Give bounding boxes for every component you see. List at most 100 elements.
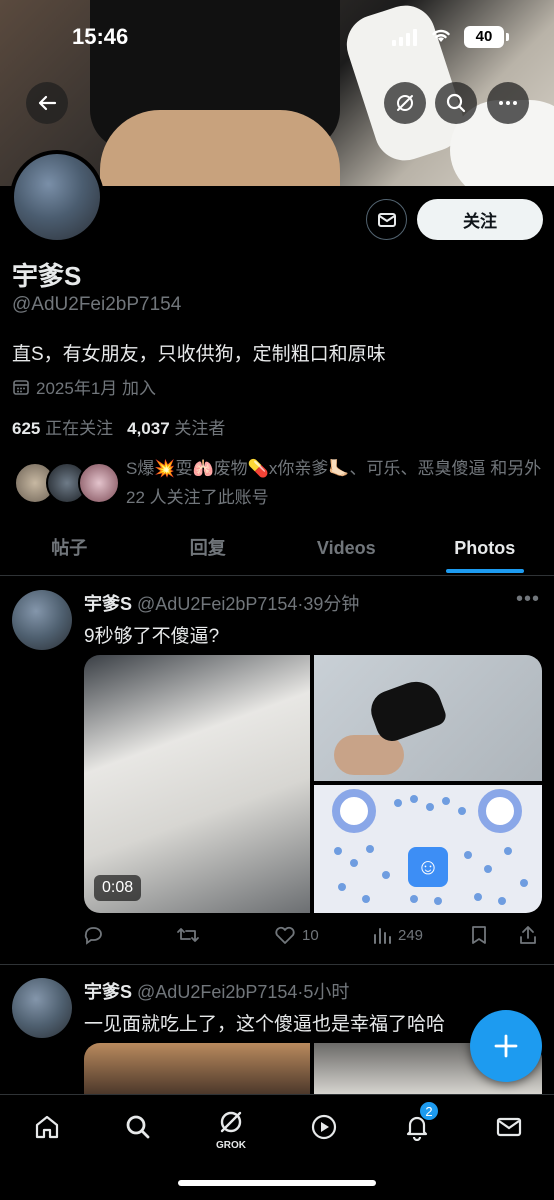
qr-cell <box>474 893 482 901</box>
follower-avatars <box>14 462 124 506</box>
grok-button[interactable] <box>384 82 426 124</box>
post-text: 9秒够了不傻逼? <box>84 626 220 647</box>
post-photo[interactable] <box>314 655 542 781</box>
like-button[interactable]: 10 <box>274 925 319 945</box>
post-media-grid: 0:08 ☺ <box>84 655 542 913</box>
repost-icon <box>177 928 199 942</box>
followers-link[interactable]: 4,037 关注者 <box>127 414 225 439</box>
qr-cell <box>362 895 370 903</box>
qr-cell <box>434 897 442 905</box>
tab-photos[interactable]: Photos <box>416 524 554 575</box>
like-count: 10 <box>302 926 319 944</box>
play-circle-icon <box>311 1114 337 1140</box>
qr-cell <box>394 799 402 807</box>
arrow-left-icon <box>38 95 57 111</box>
qr-cell <box>520 879 528 887</box>
share-button[interactable] <box>518 925 538 945</box>
battery-indicator: 40 <box>464 26 509 48</box>
status-time: 15:46 <box>72 24 129 49</box>
qr-cell <box>426 803 434 811</box>
mail-icon <box>377 212 396 227</box>
reply-button[interactable] <box>82 925 104 945</box>
grok-icon <box>220 1111 242 1133</box>
qr-cell <box>410 895 418 903</box>
profile-display-name: 宇爹S <box>12 261 82 291</box>
followers-label: 关注者 <box>174 419 226 438</box>
search-button[interactable] <box>435 82 477 124</box>
followed-by-section[interactable]: S爆💥耍🫁废物💊x你亲爹🦶🏻、可乐、恶臭傻逼 和另外 22 人关注了此账号 <box>14 454 544 514</box>
banner-image-leg <box>100 110 340 186</box>
qr-cell <box>410 795 418 803</box>
qr-corner <box>478 789 522 833</box>
follower-avatar <box>78 462 120 504</box>
qr-cell <box>334 847 342 855</box>
post-avatar[interactable] <box>12 590 72 650</box>
back-button[interactable] <box>26 82 68 124</box>
qr-cell <box>484 865 492 873</box>
reply-icon <box>84 927 102 945</box>
post-more-icon[interactable]: ••• <box>516 588 540 611</box>
status-bar: 15:46 40 <box>0 22 554 56</box>
more-options-button[interactable] <box>487 82 529 124</box>
post-author-name[interactable]: 宇爹S <box>84 594 132 614</box>
bookmark-icon <box>472 926 486 944</box>
post-video-thumbnail[interactable]: 0:08 <box>84 655 310 913</box>
search-icon <box>126 1115 150 1139</box>
qr-cell <box>382 871 390 879</box>
qr-cell <box>458 807 466 815</box>
wifi-icon <box>430 26 452 50</box>
post-header: 宇爹S @AdU2Fei2bP7154·5小时 <box>84 982 350 1002</box>
post-author-name[interactable]: 宇爹S <box>84 982 132 1002</box>
following-link[interactable]: 625 正在关注 <box>12 414 113 439</box>
signal-icon <box>392 28 417 46</box>
home-indicator <box>178 1180 376 1186</box>
tab-replies[interactable]: 回复 <box>139 524 278 575</box>
qr-cell <box>442 797 450 805</box>
view-count: 249 <box>398 926 424 944</box>
follow-button[interactable]: 关注 <box>417 199 543 240</box>
post-photo-qr-code[interactable]: ☺ <box>314 785 542 913</box>
profile-handle: @AdU2Fei2bP7154 <box>12 294 182 315</box>
message-button[interactable] <box>366 199 407 240</box>
notifications-badge: 2 <box>419 1101 439 1121</box>
post-time: 39分钟 <box>303 594 360 614</box>
qq-logo-icon: ☺ <box>408 847 448 887</box>
views-button[interactable]: 249 <box>372 925 423 945</box>
mail-icon <box>496 1117 522 1137</box>
qr-cell <box>366 845 374 853</box>
profile-tabs: 帖子 回复 Videos Photos <box>0 524 554 576</box>
nav-video[interactable] <box>304 1107 344 1147</box>
nav-messages[interactable] <box>489 1107 529 1147</box>
joined-date: 2025年1月 加入 <box>12 374 156 399</box>
more-horizontal-icon <box>499 101 517 105</box>
profile-avatar[interactable] <box>10 150 104 244</box>
compose-button[interactable] <box>470 1010 542 1082</box>
repost-button[interactable] <box>176 925 200 945</box>
grok-icon <box>397 95 413 111</box>
nav-notifications[interactable]: 2 <box>397 1101 439 1147</box>
followers-count: 4,037 <box>127 419 170 438</box>
qr-cell <box>504 847 512 855</box>
home-icon <box>35 1115 59 1139</box>
tab-posts[interactable]: 帖子 <box>0 524 139 575</box>
heart-icon <box>275 926 295 944</box>
nav-home[interactable] <box>27 1107 67 1147</box>
plus-icon <box>494 1034 518 1058</box>
bookmark-button[interactable] <box>470 925 488 945</box>
post-item[interactable]: 宇爹S @AdU2Fei2bP7154·39分钟 ••• 9秒够了不傻逼? 0:… <box>0 576 554 964</box>
qr-cell <box>338 883 346 891</box>
analytics-icon <box>374 928 391 944</box>
post-actions: 10 249 <box>82 920 542 950</box>
search-icon <box>446 93 466 113</box>
share-icon <box>520 926 536 944</box>
nav-search[interactable] <box>118 1107 158 1147</box>
follow-stats: 625 正在关注 4,037 关注者 <box>12 414 225 439</box>
grok-label: GROK <box>216 1140 246 1151</box>
nav-grok[interactable]: GROK <box>211 1107 251 1151</box>
tab-videos[interactable]: Videos <box>277 524 416 575</box>
calendar-icon <box>13 379 29 395</box>
post-author-handle: @AdU2Fei2bP7154 <box>137 594 298 614</box>
post-text: 一见面就吃上了，这个傻逼也是幸福了哈哈 <box>84 1014 446 1035</box>
post-header: 宇爹S @AdU2Fei2bP7154·39分钟 <box>84 594 360 614</box>
post-avatar[interactable] <box>12 978 72 1038</box>
